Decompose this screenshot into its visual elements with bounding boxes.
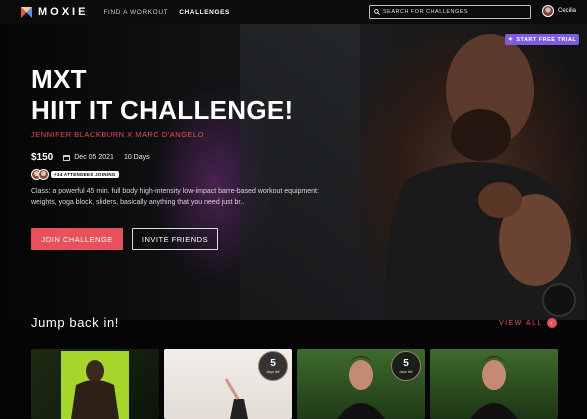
main-nav: FIND A WORKOUT CHALLENGES	[103, 9, 241, 16]
search-box[interactable]	[369, 5, 531, 19]
nav-challenges[interactable]: CHALLENGES	[179, 9, 230, 16]
workout-card[interactable]: 5 days left	[297, 349, 425, 419]
attendee-avatar	[38, 169, 49, 180]
start-free-trial-button[interactable]: ✦ START FREE TRIAL	[505, 34, 579, 45]
arrow-right-icon: ›	[546, 318, 557, 328]
days-left-label: days left	[266, 369, 280, 374]
user-profile[interactable]: Cecilia	[542, 5, 576, 17]
days-left-badge: 5 days left	[391, 351, 421, 381]
days-left-number: 5	[403, 357, 409, 369]
days-left-label: days left	[399, 369, 413, 374]
title-line-1: MXT	[31, 64, 87, 94]
avatar[interactable]	[542, 5, 554, 17]
hero-athlete-image	[385, 34, 585, 320]
challenge-duration: 10 Days	[123, 154, 150, 161]
challenge-meta: $150 Dec 05 2021 10 Days	[31, 152, 150, 163]
hero-banner: ✦ START FREE TRIAL MXT HIIT IT CHALLENGE…	[0, 24, 587, 320]
invite-friends-button[interactable]: INVITE FRIENDS	[132, 228, 218, 250]
sparkle-icon: ✦	[507, 37, 514, 43]
attendees-badge: +34 ATTENDEES JOINING	[51, 171, 119, 178]
workout-card[interactable]: 5 days left	[164, 349, 292, 419]
logo[interactable]: MOXIE	[21, 6, 88, 18]
days-left-number: 5	[270, 357, 276, 369]
challenge-instructors: JENNIFER BLACKBURN X MARC D'ANGELO	[31, 130, 205, 139]
challenge-price: $150	[31, 152, 54, 163]
view-all-link[interactable]: VIEW ALL ›	[499, 318, 557, 328]
workout-thumbnail	[61, 351, 129, 419]
calendar-icon	[63, 154, 71, 161]
join-challenge-button[interactable]: JOIN CHALLENGE	[31, 228, 123, 250]
top-nav-bar: MOXIE FIND A WORKOUT CHALLENGES Cecilia	[0, 0, 587, 24]
user-name: Cecilia	[558, 8, 577, 14]
jump-back-section: Jump back in! VIEW ALL › 5 days left 5 d…	[0, 315, 587, 419]
section-title: Jump back in!	[31, 315, 120, 330]
attendees: +34 ATTENDEES JOINING	[31, 169, 119, 180]
challenge-description: Class: a powerful 45 min. full body high…	[31, 188, 319, 206]
challenge-date: Dec 05 2021	[74, 154, 114, 161]
days-left-badge: 5 days left	[258, 351, 288, 381]
search-input[interactable]	[380, 9, 520, 15]
challenge-title: MXT HIIT IT CHALLENGE!	[31, 64, 294, 126]
workout-thumbnail	[470, 356, 518, 419]
trial-label: START FREE TRIAL	[516, 36, 577, 43]
workout-card[interactable]	[430, 349, 558, 419]
moxie-logo-icon	[21, 6, 32, 18]
workout-card[interactable]	[31, 349, 159, 419]
title-line-2: HIIT IT CHALLENGE!	[31, 95, 294, 125]
brand-name: MOXIE	[38, 6, 89, 18]
nav-find-workout[interactable]: FIND A WORKOUT	[103, 9, 168, 16]
view-all-label: VIEW ALL	[499, 319, 543, 327]
